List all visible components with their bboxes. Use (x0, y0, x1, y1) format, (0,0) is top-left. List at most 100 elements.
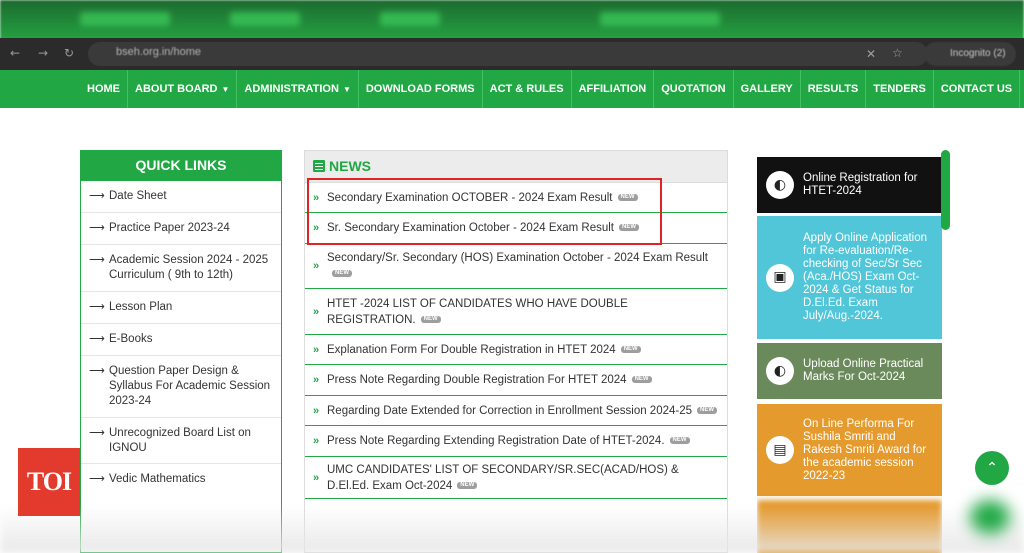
id-badge-icon: ▣ (766, 263, 794, 292)
nav-item-label: HOME (87, 83, 120, 95)
new-badge: NEW (669, 437, 690, 445)
tile-htet-registration[interactable]: ◐ Online Registration for HTET-2024 (757, 157, 942, 213)
eye-off-icon[interactable]: ✕ (866, 47, 876, 61)
news-title: NEWS (329, 158, 371, 174)
news-item[interactable]: » Regarding Date Extended for Correction … (305, 396, 727, 426)
new-badge: NEW (457, 481, 478, 489)
quick-link-label: Academic Session 2024 - 2025 Curriculum … (109, 254, 269, 281)
quick-link-item[interactable]: ⟶ Unrecognized Board List on IGNOU (81, 418, 281, 464)
nav-item-about-board[interactable]: ABOUT BOARD ▼ (128, 70, 238, 108)
chevron-up-icon: ⌃ (986, 460, 998, 476)
main-nav: HOME ABOUT BOARD ▼ ADMINISTRATION ▼ DOWNLOAD … (0, 70, 1024, 108)
quick-link-item[interactable]: ⟶ Academic Session 2024 - 2025 Curriculum… (81, 245, 281, 292)
news-item-label: Regarding Date Extended for Correction i… (327, 404, 693, 417)
nav-item-contact-us[interactable]: CONTACT US (934, 70, 1021, 108)
nav-list: HOME ABOUT BOARD ▼ ADMINISTRATION ▼ DOWNLOAD … (80, 70, 1021, 108)
new-badge: NEW (620, 345, 641, 353)
blurred-button (970, 500, 1010, 534)
quick-link-item[interactable]: ⟶ Practice Paper 2023-24 (81, 213, 281, 245)
chevron-right-icon: » (313, 374, 320, 386)
arrow-right-icon: ⟶ (89, 254, 105, 266)
arrow-left-icon[interactable]: ← (10, 46, 20, 60)
browser-toolbar: ← → ↻ bseh.org.in/home ✕ ☆ Incognito (2) (0, 38, 1024, 70)
tile-re-evaluation[interactable]: ▣ Apply Online Application for Re-evaluat… (757, 216, 942, 339)
nav-item-gallery[interactable]: GALLERY (734, 70, 801, 108)
nav-item-administration[interactable]: ADMINISTRATION ▼ (237, 70, 359, 108)
blurred-tab (80, 12, 170, 26)
nav-item-label: ABOUT BOARD (135, 83, 218, 95)
caret-down-icon: ▼ (342, 84, 351, 94)
news-item[interactable]: » Press Note Regarding Extending Registra… (305, 426, 727, 457)
quick-link-label: Question Paper Design & Syllabus For Aca… (109, 365, 271, 407)
arrow-right-icon: ⟶ (89, 427, 105, 439)
url-text: bseh.org.in/home (116, 46, 201, 58)
blurred-tab (230, 12, 300, 26)
blurred-tab (600, 12, 720, 26)
quick-link-item[interactable]: ⟶ E-Books (81, 324, 281, 356)
caret-down-icon: ▼ (221, 84, 230, 94)
incognito-profile-button[interactable]: Incognito (2) (924, 42, 1016, 66)
chevron-right-icon: » (313, 471, 320, 484)
quick-link-item[interactable]: ⟶ Question Paper Design & Syllabus For Ac… (81, 356, 281, 418)
list-icon (313, 160, 325, 172)
reload-icon[interactable]: ↻ (64, 46, 74, 60)
news-item[interactable]: » HTET -2024 LIST OF CANDIDATES WHO HAVE … (305, 289, 727, 335)
nav-item-label: RESULTS (807, 83, 859, 95)
chevron-right-icon: » (313, 343, 320, 356)
nav-item-home[interactable]: HOME (80, 70, 128, 108)
tile-label: Online Registration for HTET-2024 (803, 172, 918, 197)
news-item-label: Secondary/Sr. Secondary (HOS) Examinatio… (327, 252, 708, 264)
nav-item-download-forms[interactable]: DOWNLOAD FORMS (359, 70, 483, 108)
quick-link-label: E-Books (109, 333, 153, 345)
quick-link-item[interactable]: ⟶ Vedic Mathematics (81, 464, 281, 496)
nav-item-label: TENDERS (873, 83, 926, 95)
new-badge: NEW (631, 376, 652, 384)
new-badge: NEW (697, 406, 718, 414)
arrow-right-icon: ⟶ (89, 222, 105, 234)
tile-label: On Line Performa For Sushila Smriti and … (803, 417, 927, 482)
nav-item-label: ADMINISTRATION (244, 83, 339, 95)
arrow-right-icon: ⟶ (89, 333, 105, 345)
news-item-label: UMC CANDIDATES' LIST OF SECONDARY/SR.SEC… (327, 463, 679, 492)
quick-link-item[interactable]: ⟶ Date Sheet (81, 181, 281, 213)
news-item[interactable]: » Press Note Regarding Double Registratio… (305, 365, 727, 396)
nav-item-label: CONTACT US (940, 83, 1013, 95)
half-circle-icon: ◐ (766, 171, 794, 199)
quick-links-title: QUICK LINKS (81, 150, 281, 181)
news-item-label: HTET -2024 LIST OF CANDIDATES WHO HAVE D… (327, 297, 628, 326)
nav-item-tenders[interactable]: TENDERS (866, 70, 934, 108)
arrow-right-icon: ⟶ (89, 473, 105, 485)
quick-link-label: Unrecognized Board List on IGNOU (109, 427, 251, 454)
tile-award-performa[interactable]: ▤ On Line Performa For Sushila Smriti and… (757, 404, 942, 496)
chevron-right-icon: » (313, 404, 320, 417)
blurred-tab (380, 12, 440, 26)
screenshot: ← → ↻ bseh.org.in/home ✕ ☆ Incognito (2)… (0, 0, 1024, 553)
red-highlight-box (307, 178, 662, 245)
back-to-top-button[interactable]: ⌃ (975, 451, 1009, 485)
news-item[interactable]: » UMC CANDIDATES' LIST OF SECONDARY/SR.SE… (305, 457, 727, 499)
address-bar[interactable]: bseh.org.in/home ✕ ☆ (88, 42, 928, 66)
news-item[interactable]: » Explanation Form For Double Registratio… (305, 335, 727, 365)
bottom-blur (0, 505, 1024, 553)
nav-item-act-rules[interactable]: ACT & RULES (483, 70, 572, 108)
chevron-right-icon: » (313, 260, 320, 272)
news-item[interactable]: » Secondary/Sr. Secondary (HOS) Examinati… (305, 244, 727, 289)
new-badge: NEW (420, 315, 441, 323)
id-card-icon: ▤ (766, 436, 794, 464)
tiles-scrollbar[interactable] (941, 150, 950, 230)
nav-item-quotation[interactable]: QUOTATION (654, 70, 734, 108)
nav-item-affiliation[interactable]: AFFILIATION (572, 70, 655, 108)
nav-item-label: DOWNLOAD FORMS (365, 83, 475, 95)
tile-label: Apply Online Application for Re-evaluati… (803, 232, 928, 322)
star-icon[interactable]: ☆ (892, 46, 903, 60)
nav-item-results[interactable]: RESULTS (801, 70, 867, 108)
quick-link-label: Vedic Mathematics (109, 473, 206, 485)
quick-link-label: Date Sheet (109, 190, 167, 202)
tile-practical-marks[interactable]: ◐ Upload Online Practical Marks For Oct-2… (757, 343, 942, 399)
quick-link-item[interactable]: ⟶ Lesson Plan (81, 292, 281, 324)
chevron-right-icon: » (313, 305, 320, 318)
nav-item-label: AFFILIATION (578, 83, 647, 95)
quick-link-label: Lesson Plan (109, 301, 173, 313)
arrow-right-icon[interactable]: → (38, 46, 48, 60)
nav-item-label: QUOTATION (661, 83, 726, 95)
